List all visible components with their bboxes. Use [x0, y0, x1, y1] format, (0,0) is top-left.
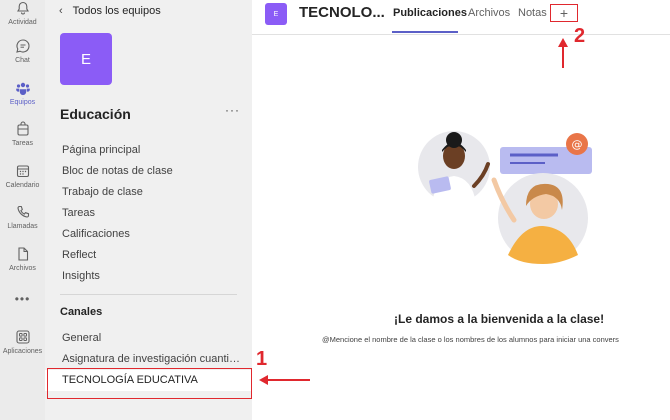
chat-icon — [15, 39, 30, 53]
arrow-icon — [259, 375, 310, 385]
rail-label: Equipos — [9, 99, 36, 106]
bell-icon — [16, 1, 29, 15]
teams-icon — [15, 82, 30, 95]
nav-item-classwork[interactable]: Trabajo de clase — [45, 182, 252, 203]
back-to-all-teams-link[interactable]: ‹ Todos los equipos — [59, 5, 161, 17]
rail-label: Chat — [15, 57, 30, 64]
rail-item-chat[interactable]: Chat — [0, 38, 45, 78]
channel-list: General Asignatura de investigación cuan… — [45, 328, 252, 391]
file-icon — [17, 247, 28, 261]
channel-item-research[interactable]: Asignatura de investigación cuantitat... — [45, 349, 252, 370]
rail-item-assignments[interactable]: Tareas — [0, 121, 45, 161]
annotation-number-1: 1 — [256, 348, 268, 370]
rail-label: Archivos — [9, 265, 36, 272]
rail-item-calendar[interactable]: Calendario — [0, 163, 45, 203]
rail-label: Calendario — [5, 182, 40, 189]
chevron-left-icon: ‹ — [59, 5, 63, 17]
channel-header: E TECNOLO... Publicaciones Archivos Nota… — [252, 0, 670, 35]
more-options-icon[interactable]: ··· — [225, 103, 240, 117]
channel-title: TECNOLO... — [299, 4, 385, 21]
more-apps-icon[interactable]: ••• — [0, 292, 45, 306]
rail-label: Aplicaciones — [2, 348, 43, 355]
calendar-icon — [16, 165, 29, 178]
channel-avatar: E — [265, 3, 287, 25]
nav-item-assignments[interactable]: Tareas — [45, 203, 252, 224]
nav-item-home[interactable]: Página principal — [45, 140, 252, 161]
app-rail: Actividad Chat Equipos Tareas Calendario… — [0, 0, 45, 420]
annotation-number-2: 2 — [574, 25, 586, 47]
channel-item-tecnologia-educativa[interactable]: TECNOLOGÍA EDUCATIVA — [45, 370, 252, 391]
add-tab-button[interactable]: + — [550, 4, 578, 22]
nav-item-class-notebook[interactable]: Bloc de notas de clase — [45, 161, 252, 182]
active-tab-indicator — [392, 31, 458, 33]
rail-item-teams[interactable]: Equipos — [0, 80, 45, 120]
arrow-icon — [558, 38, 568, 68]
rail-item-files[interactable]: Archivos — [0, 246, 45, 286]
back-link-label: Todos los equipos — [72, 5, 161, 17]
rail-label: Actividad — [8, 19, 37, 26]
welcome-illustration: @ — [418, 131, 592, 264]
rail-item-activity[interactable]: Actividad — [0, 0, 45, 40]
nav-item-reflect[interactable]: Reflect — [45, 245, 252, 266]
rail-label: Tareas — [11, 140, 33, 147]
welcome-title: ¡Le damos a la bienvenida a la clase! — [394, 312, 605, 326]
phone-icon — [16, 205, 29, 218]
tab-notas[interactable]: Notas — [518, 7, 547, 19]
tab-archivos[interactable]: Archivos — [468, 7, 510, 19]
apps-icon — [15, 330, 30, 344]
team-panel: ‹ Todos los equipos E Educación ··· Pági… — [45, 0, 252, 420]
assignments-icon — [16, 121, 29, 136]
team-nav-list: Página principal Bloc de notas de clase … — [45, 140, 252, 287]
nav-item-grades[interactable]: Calificaciones — [45, 224, 252, 245]
channels-heading: Canales — [60, 306, 103, 318]
divider — [60, 294, 237, 295]
team-name: Educación — [60, 106, 131, 122]
rail-label: Llamadas — [7, 223, 38, 230]
rail-item-apps[interactable]: Aplicaciones — [0, 329, 45, 369]
nav-item-insights[interactable]: Insights — [45, 266, 252, 287]
channel-item-general[interactable]: General — [45, 328, 252, 349]
tab-publicaciones[interactable]: Publicaciones — [393, 7, 467, 19]
rail-item-calls[interactable]: Llamadas — [0, 204, 45, 244]
team-avatar: E — [60, 33, 112, 85]
svg-text:@: @ — [572, 138, 583, 151]
welcome-subtitle: @Mencione el nombre de la clase o los no… — [322, 335, 619, 344]
